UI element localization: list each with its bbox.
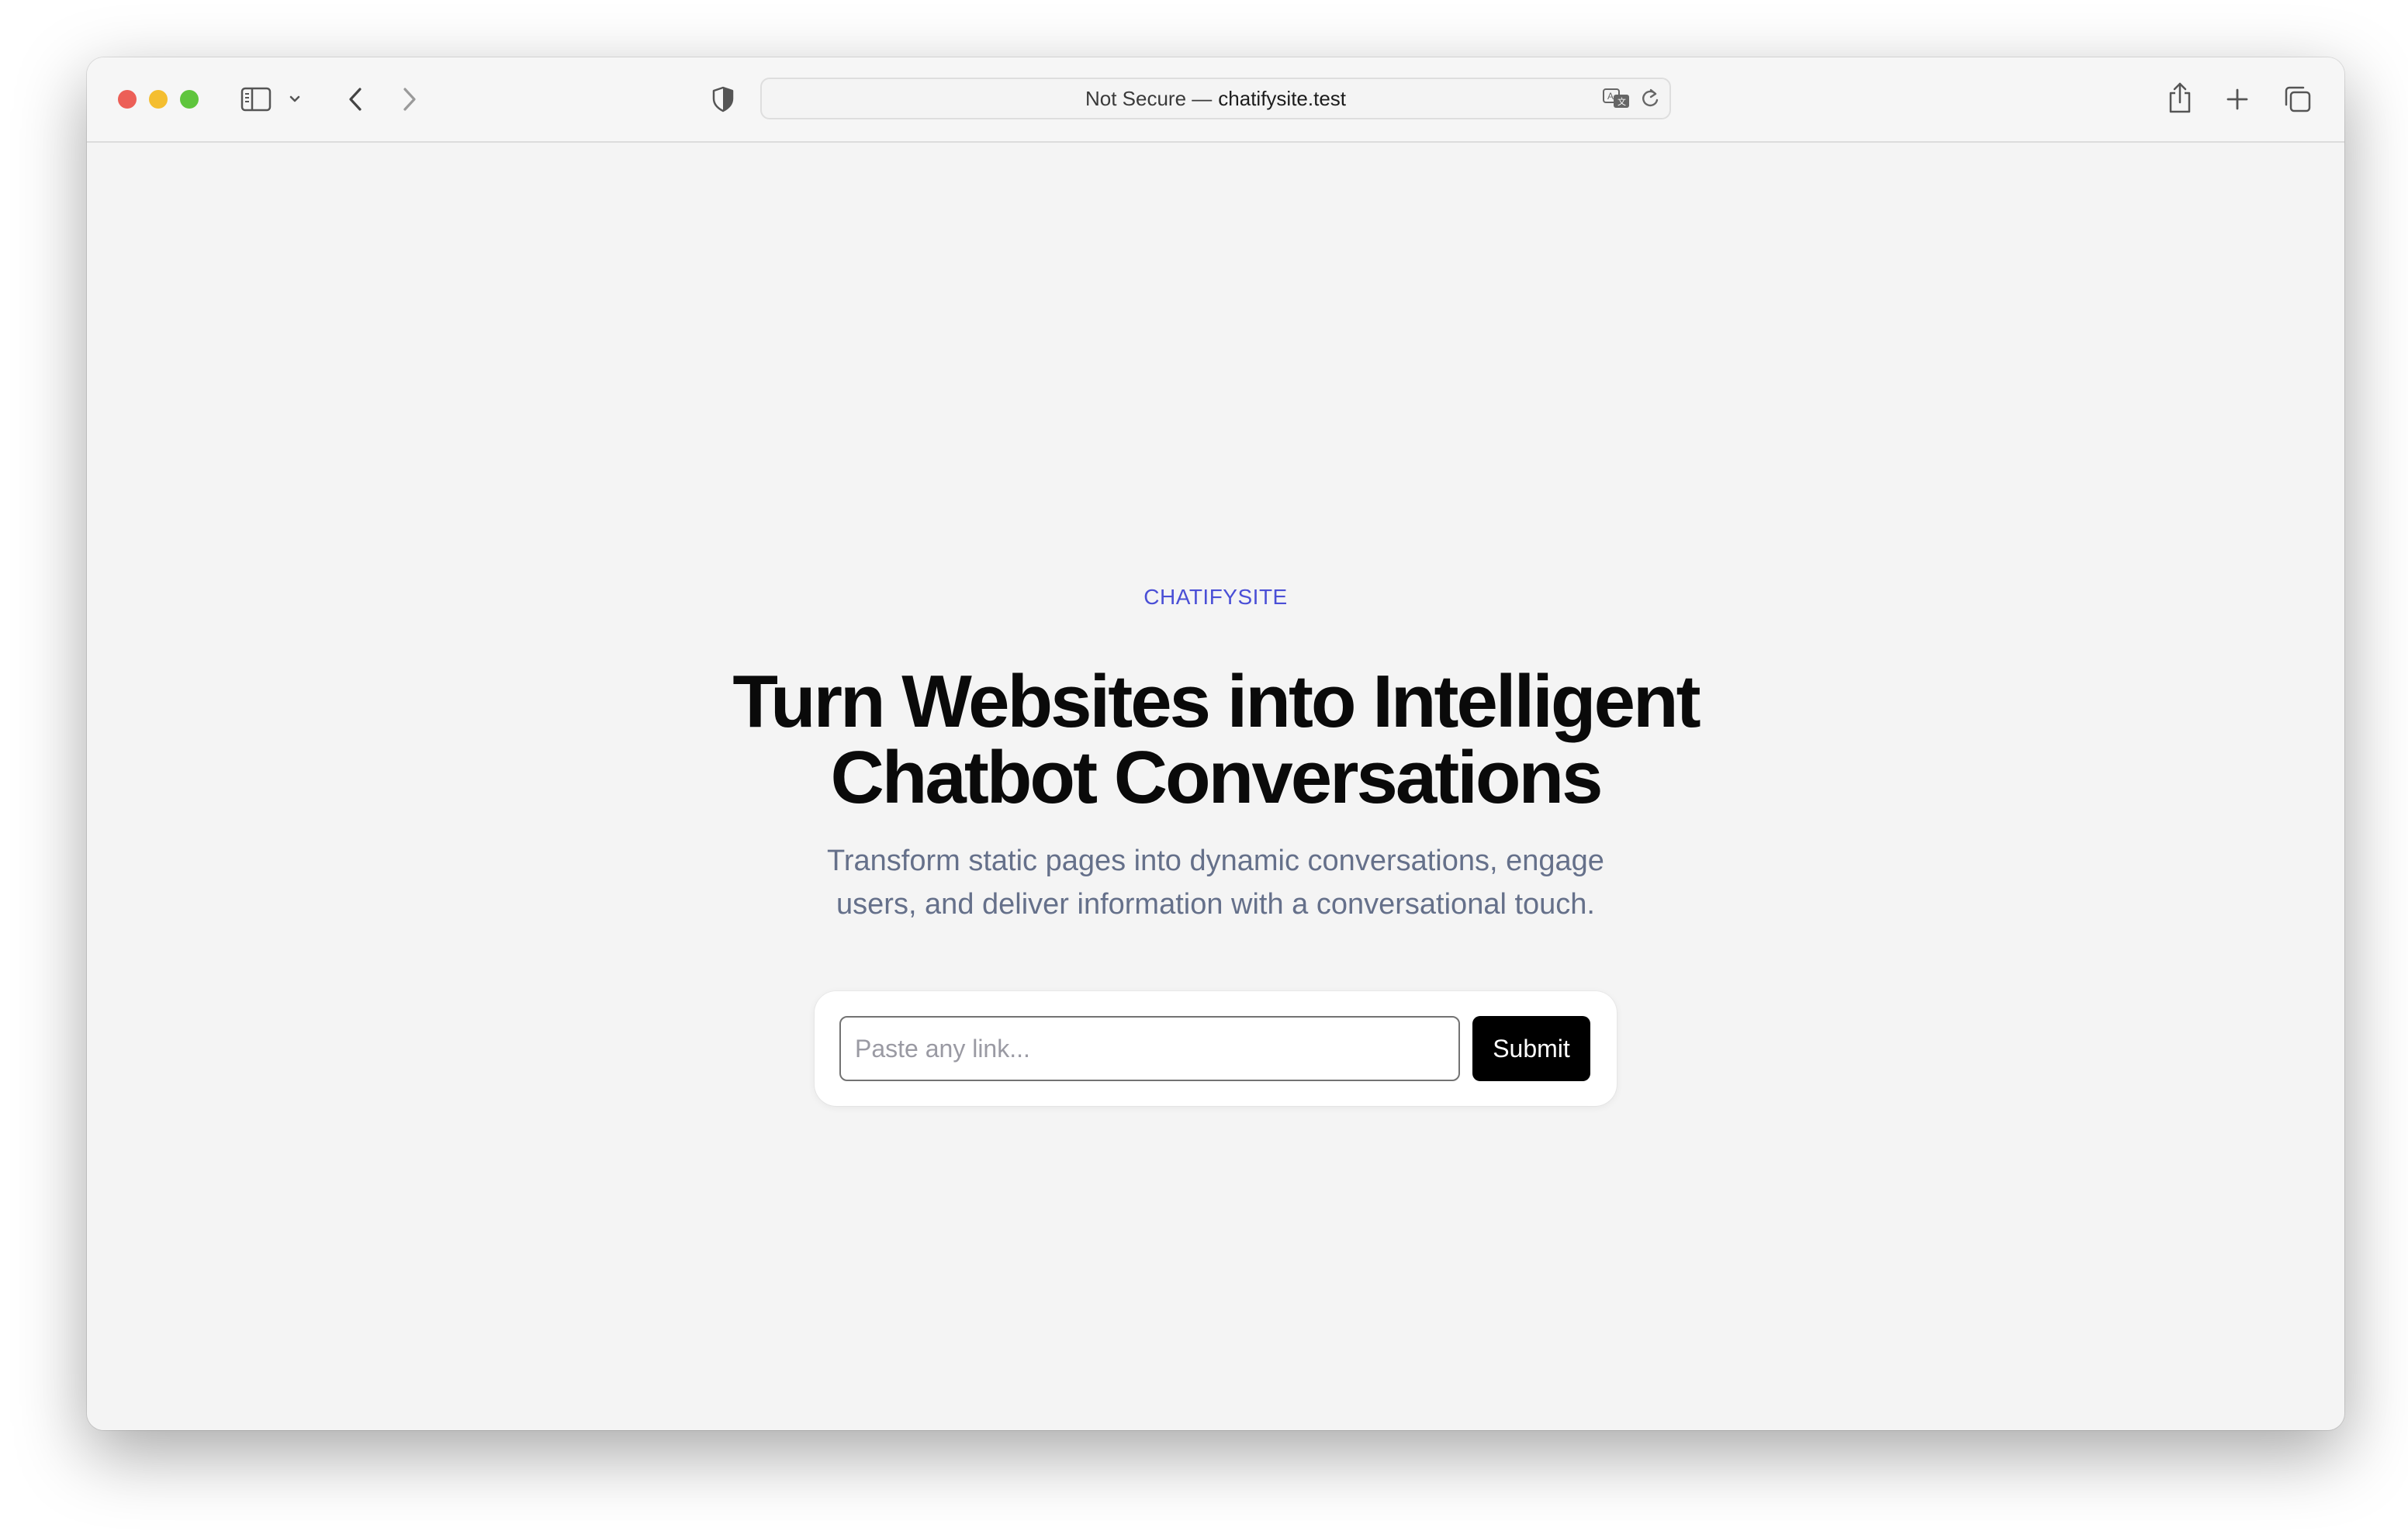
plus-icon[interactable] <box>2223 85 2251 113</box>
browser-toolbar: Not Secure — chatifysite.test A 文 <box>87 57 2344 143</box>
reload-icon[interactable] <box>1637 85 1663 112</box>
chevron-down-icon[interactable] <box>287 92 303 107</box>
zoom-window-button[interactable] <box>180 90 199 109</box>
tabs-overview-icon[interactable] <box>2282 84 2313 115</box>
chevron-left-icon[interactable] <box>340 84 371 115</box>
hero-subtext-line-1: Transform static pages into dynamic conv… <box>827 845 1604 877</box>
sidebar-icon[interactable] <box>239 85 273 113</box>
svg-text:文: 文 <box>1617 96 1626 107</box>
hero-subtext-line-2: users, and deliver information with a co… <box>836 888 1595 921</box>
hero-headline-line-2: Chatbot Conversations <box>830 736 1603 819</box>
browser-window: Not Secure — chatifysite.test A 文 CHATIF… <box>87 57 2344 1430</box>
hero-headline-line-1: Turn Websites into Intelligent <box>732 660 1700 743</box>
link-form: Submit <box>815 991 1617 1106</box>
hero-subtext: Transform static pages into dynamic conv… <box>87 839 2344 926</box>
translate-icon[interactable]: A 文 <box>1601 85 1632 112</box>
page-url: chatifysite.test <box>1218 86 1347 110</box>
submit-button[interactable]: Submit <box>1472 1016 1590 1081</box>
page-content: CHATIFYSITE Turn Websites into Intellige… <box>87 143 2344 1430</box>
close-window-button[interactable] <box>118 90 137 109</box>
brand-label: CHATIFYSITE <box>1143 585 1288 609</box>
security-status: Not Secure — <box>1085 86 1213 110</box>
svg-text:A: A <box>1607 91 1614 102</box>
minimize-window-button[interactable] <box>149 90 168 109</box>
link-input[interactable] <box>839 1016 1460 1081</box>
shield-icon[interactable] <box>708 84 739 115</box>
hero-headline: Turn Websites into Intelligent Chatbot C… <box>87 664 2344 816</box>
chevron-right-icon[interactable] <box>394 84 425 115</box>
address-bar[interactable]: Not Secure — chatifysite.test <box>760 78 1671 119</box>
share-icon[interactable] <box>2164 79 2195 116</box>
